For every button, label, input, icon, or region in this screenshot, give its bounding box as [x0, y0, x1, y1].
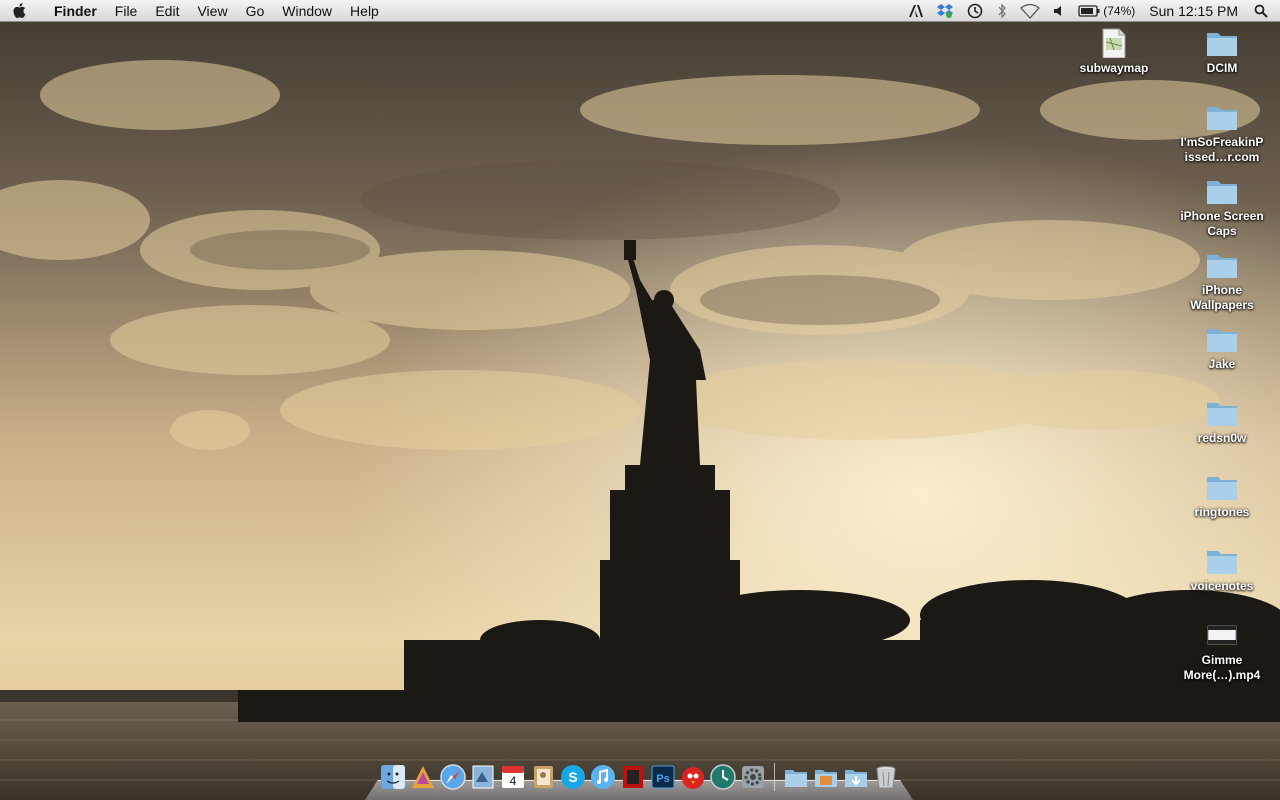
- adobe-icon[interactable]: [908, 0, 924, 22]
- menu-window[interactable]: Window: [273, 0, 341, 22]
- video-file-icon: [1207, 625, 1237, 645]
- folder-icon: [1207, 107, 1237, 130]
- folder-icon: [1207, 403, 1237, 426]
- dock: 4 S Ps: [365, 758, 913, 800]
- dock-separator: [773, 763, 775, 791]
- desktop-icon-label: iPhone Screen Caps: [1180, 209, 1264, 238]
- desktop-icon-label: subwaymap: [1079, 61, 1149, 75]
- svg-text:Ps: Ps: [656, 773, 669, 785]
- desktop-icon-jake[interactable]: Jake: [1174, 324, 1270, 372]
- desktop-icon-label: iPhone Wallpapers: [1190, 283, 1254, 312]
- bluetooth-icon[interactable]: [996, 0, 1008, 22]
- folder-icon: [1207, 551, 1237, 574]
- folder-icon: [1207, 181, 1237, 204]
- system-preferences-icon[interactable]: [740, 764, 766, 790]
- desktop-icon-label: DCIM: [1206, 61, 1238, 75]
- menu-file[interactable]: File: [106, 0, 147, 22]
- dropbox-icon[interactable]: [936, 0, 954, 22]
- finder-icon[interactable]: [380, 764, 406, 790]
- spotlight-icon[interactable]: [1254, 0, 1268, 22]
- volume-icon[interactable]: [1052, 0, 1066, 22]
- folder-icon: [1207, 329, 1237, 352]
- svg-text:S: S: [568, 769, 577, 785]
- desktop-icon-imsofreakinpissed[interactable]: I'mSoFreakinP issed…r.com: [1174, 102, 1270, 165]
- desktop-icon-iphone-screen-caps[interactable]: iPhone Screen Caps: [1174, 176, 1270, 239]
- trash-icon[interactable]: [873, 764, 899, 790]
- desktop-icon-label: Gimme More(…).mp4: [1183, 653, 1261, 682]
- battery-icon[interactable]: (74%): [1078, 0, 1135, 22]
- itunes-icon[interactable]: [590, 764, 616, 790]
- calendar-day: 4: [509, 774, 516, 788]
- photo-booth-icon[interactable]: [620, 764, 646, 790]
- battery-percent: (74%): [1103, 4, 1136, 18]
- photoshop-icon[interactable]: Ps: [650, 764, 676, 790]
- desktop-icon-label: redsn0w: [1197, 431, 1247, 445]
- desktop-icon-ringtones[interactable]: ringtones: [1174, 472, 1270, 520]
- menu-bar: Finder File Edit View Go Window Help (74…: [0, 0, 1280, 22]
- menu-clock[interactable]: Sun 12:15 PM: [1149, 3, 1238, 19]
- menu-app-finder[interactable]: Finder: [40, 0, 106, 22]
- downloads-stack-icon[interactable]: [843, 764, 869, 790]
- time-machine-app-icon[interactable]: [709, 764, 736, 790]
- menu-edit[interactable]: Edit: [146, 0, 188, 22]
- desktop-icon-label: ringtones: [1194, 505, 1250, 519]
- apple-menu-icon[interactable]: [0, 2, 40, 19]
- skype-icon[interactable]: S: [560, 764, 586, 790]
- menu-go[interactable]: Go: [237, 0, 274, 22]
- textmate-icon[interactable]: [410, 764, 436, 790]
- menu-help[interactable]: Help: [341, 0, 388, 22]
- applications-stack-icon[interactable]: [783, 764, 809, 790]
- time-machine-icon[interactable]: [966, 0, 984, 22]
- desktop-icon-label: Jake: [1208, 357, 1236, 371]
- menu-view[interactable]: View: [188, 0, 236, 22]
- angry-birds-icon[interactable]: [680, 764, 706, 790]
- documents-stack-icon[interactable]: [813, 764, 839, 790]
- desktop-icon-gimme-more-mp4[interactable]: Gimme More(…).mp4: [1174, 620, 1270, 683]
- desktop-icon-label: voicenotes: [1190, 579, 1254, 593]
- desktop-icon-iphone-wallpapers[interactable]: iPhone Wallpapers: [1174, 250, 1270, 313]
- desktop-icon-voicenotes[interactable]: voicenotes: [1174, 546, 1270, 594]
- ical-icon[interactable]: 4: [500, 764, 526, 790]
- address-book-icon[interactable]: [530, 764, 556, 790]
- folder-icon: [1207, 33, 1237, 56]
- safari-icon[interactable]: [439, 764, 466, 790]
- desktop-icon-subwaymap[interactable]: subwaymap: [1066, 28, 1162, 76]
- desktop-wallpaper: [0, 0, 1280, 800]
- preview-icon[interactable]: [470, 764, 496, 790]
- desktop-icon-dcim[interactable]: DCIM: [1174, 28, 1270, 76]
- desktop-icon-label: I'mSoFreakinP issed…r.com: [1180, 135, 1264, 164]
- wifi-icon[interactable]: [1020, 0, 1041, 22]
- folder-icon: [1207, 255, 1237, 278]
- folder-icon: [1207, 477, 1237, 500]
- desktop-icon-redsn0w[interactable]: redsn0w: [1174, 398, 1270, 446]
- pdf-file-icon: [1102, 28, 1126, 58]
